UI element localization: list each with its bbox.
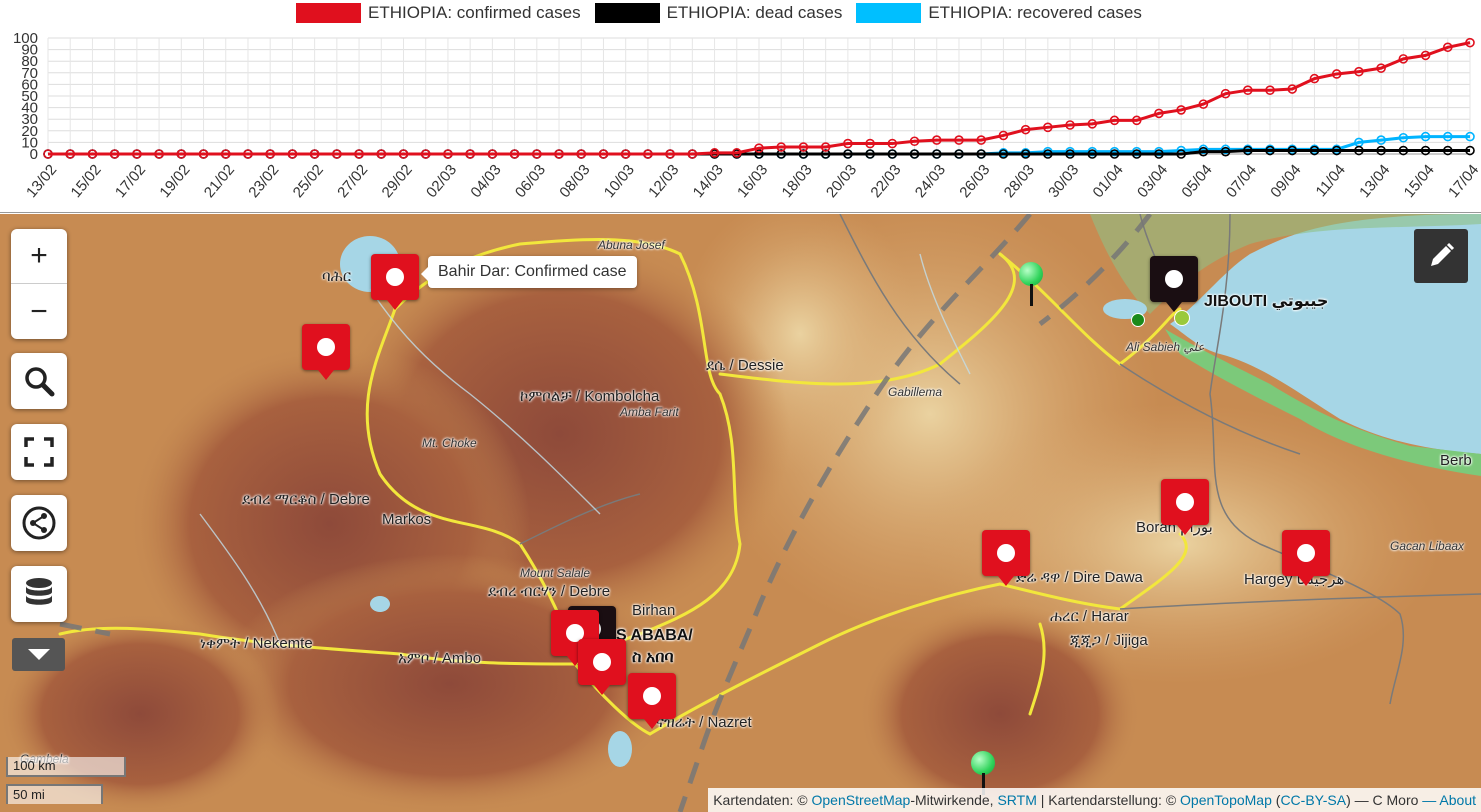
about-link[interactable]: — About xyxy=(1422,792,1476,808)
x-tick-label: 25/02 xyxy=(290,161,327,201)
database-icon xyxy=(26,578,52,605)
x-tick-label: 04/03 xyxy=(467,161,504,201)
attribution-prefix: Kartendaten: © xyxy=(713,792,808,808)
map-attribution: Kartendaten: © OpenStreetMap -Mitwirkend… xyxy=(708,788,1481,812)
zoom-out-button[interactable]: − xyxy=(11,284,67,339)
fullscreen-button[interactable] xyxy=(11,424,67,480)
green-pin-marker-2[interactable] xyxy=(971,751,995,795)
x-tick-label: 16/03 xyxy=(734,161,771,201)
point-marker-djibouti-2[interactable] xyxy=(1174,310,1190,326)
place-label-mt-choke: Mt. Choke xyxy=(422,436,477,450)
place-label-abuna-josef: Abuna Josef xyxy=(598,238,665,252)
x-tick-label: 10/03 xyxy=(601,161,638,201)
place-label-nekemte: ነቀምት / Nekemte xyxy=(200,635,313,652)
expand-controls-button[interactable] xyxy=(12,638,65,671)
place-label-gacan-libaax: Gacan Libaax xyxy=(1390,539,1465,553)
place-label-kombolcha: ኮምቦልቻ / Kombolcha xyxy=(520,388,660,405)
place-label-markos: Markos xyxy=(382,511,432,528)
map-view[interactable]: Abuna Josef ባሕር ደሴ / Dessie ኮምቦልቻ / Komb… xyxy=(0,214,1481,812)
place-label-dire-dawa: ድሬ ዳዋ / Dire Dawa xyxy=(1016,569,1143,586)
zoom-in-button[interactable]: + xyxy=(11,229,67,284)
pencil-icon xyxy=(1431,242,1455,266)
place-label-birhan: Birhan xyxy=(632,602,676,619)
search-icon xyxy=(25,367,55,397)
point-marker-djibouti-1[interactable] xyxy=(1131,313,1145,327)
green-pin-marker-1[interactable] xyxy=(1019,262,1043,306)
x-tick-label: 08/03 xyxy=(556,161,593,201)
x-tick-label: 24/03 xyxy=(912,161,949,201)
place-label-dessie: ደሴ / Dessie xyxy=(706,357,784,374)
place-label-debre-birhan: ደብረ ብርሃን / Debre xyxy=(488,583,611,600)
zoom-control: + − xyxy=(11,229,67,339)
place-label-gabillema: Gabillema xyxy=(888,385,943,399)
scale-km: 100 km xyxy=(6,757,126,777)
place-label-ambo: አምቦ / Ambo xyxy=(398,650,482,667)
place-label-bahir: ባሕር xyxy=(322,268,352,285)
x-tick-label: 26/03 xyxy=(956,161,993,201)
case-chart: 010203040506070809010013/02 15/02 17/02 19/… xyxy=(13,30,1481,201)
x-tick-label: 29/02 xyxy=(379,161,416,201)
x-tick-label: 30/03 xyxy=(1045,161,1082,201)
x-tick-label: 17/02 xyxy=(112,161,149,201)
place-label-djibouti: JIBOUTI جيبوتي xyxy=(1204,293,1329,310)
search-button[interactable] xyxy=(11,353,67,409)
x-tick-label: 11/04 xyxy=(1312,161,1348,200)
osm-link[interactable]: OpenStreetMap xyxy=(811,792,910,808)
case-marker-nazret[interactable] xyxy=(628,673,676,729)
x-tick-label: 09/04 xyxy=(1267,161,1304,201)
x-tick-label: 18/03 xyxy=(779,161,816,201)
case-marker-hargeysa[interactable] xyxy=(1282,530,1330,586)
x-tick-label: 20/03 xyxy=(823,161,860,201)
x-tick-label: 02/03 xyxy=(423,161,460,201)
chart-panel: ETHIOPIA: confirmed cases ETHIOPIA: dead… xyxy=(0,0,1481,213)
share-icon xyxy=(22,506,56,540)
place-label-amba-farit: Amba Farit xyxy=(620,405,679,419)
x-tick-label: 06/03 xyxy=(512,161,549,201)
edit-button[interactable] xyxy=(1414,229,1468,283)
srtm-link[interactable]: SRTM xyxy=(997,792,1036,808)
x-tick-label: 01/04 xyxy=(1090,161,1127,201)
layers-button[interactable] xyxy=(11,566,67,622)
license-link[interactable]: CC-BY-SA xyxy=(1280,792,1346,808)
chevron-down-icon xyxy=(27,649,50,660)
y-tick-label: 100 xyxy=(13,30,38,47)
x-tick-label: 19/02 xyxy=(156,161,193,201)
place-label-berbera: Berb xyxy=(1440,452,1472,469)
case-marker-boran[interactable] xyxy=(1161,479,1209,535)
scale-mi: 50 mi xyxy=(6,784,103,804)
place-label-jijiga: ጂጂጋ / Jijiga xyxy=(1070,632,1148,649)
case-marker-2[interactable] xyxy=(302,324,350,380)
place-label-harar: ሐረር / Harar xyxy=(1050,608,1129,625)
opentopomap-link[interactable]: OpenTopoMap xyxy=(1180,792,1272,808)
case-marker-bahir-dar[interactable] xyxy=(371,254,419,310)
share-button[interactable] xyxy=(11,495,67,551)
x-tick-label: 12/03 xyxy=(645,161,682,201)
x-tick-label: 15/02 xyxy=(68,161,105,201)
fullscreen-icon xyxy=(24,437,54,467)
case-marker-dire-dawa[interactable] xyxy=(982,530,1030,586)
x-tick-label: 03/04 xyxy=(1134,161,1171,201)
case-marker-addis-2[interactable] xyxy=(578,639,626,695)
marker-tooltip: Bahir Dar: Confirmed case xyxy=(421,256,637,288)
x-tick-label: 22/03 xyxy=(867,161,904,201)
x-tick-label: 27/02 xyxy=(334,161,371,201)
x-tick-label: 13/04 xyxy=(1356,161,1393,201)
x-tick-label: 05/04 xyxy=(1178,161,1215,201)
x-tick-label: 23/02 xyxy=(245,161,282,201)
x-tick-label: 17/04 xyxy=(1445,161,1481,201)
x-tick-label: 07/04 xyxy=(1223,161,1260,201)
x-tick-label: 21/02 xyxy=(201,161,238,201)
x-tick-label: 13/02 xyxy=(23,161,60,201)
case-marker-black-djibouti[interactable] xyxy=(1150,256,1198,312)
x-tick-label: 15/04 xyxy=(1401,161,1438,201)
place-label-mount-salale: Mount Salale xyxy=(520,566,591,580)
place-label-ali-sabieh: Ali Sabieh علي xyxy=(1126,340,1205,354)
place-label-addis-ababa-amharic: ስ አበባ xyxy=(632,649,674,666)
x-tick-label: 28/03 xyxy=(1001,161,1038,201)
attribution-mid1: -Mitwirkende, xyxy=(910,792,994,808)
attribution-mid2: | Kartendarstellung: © xyxy=(1040,792,1177,808)
x-tick-label: 14/03 xyxy=(690,161,727,201)
place-label-debre-markos: ደብረ ማርቆስ / Debre xyxy=(242,491,370,508)
license-close: ) — C Moro xyxy=(1346,792,1419,808)
